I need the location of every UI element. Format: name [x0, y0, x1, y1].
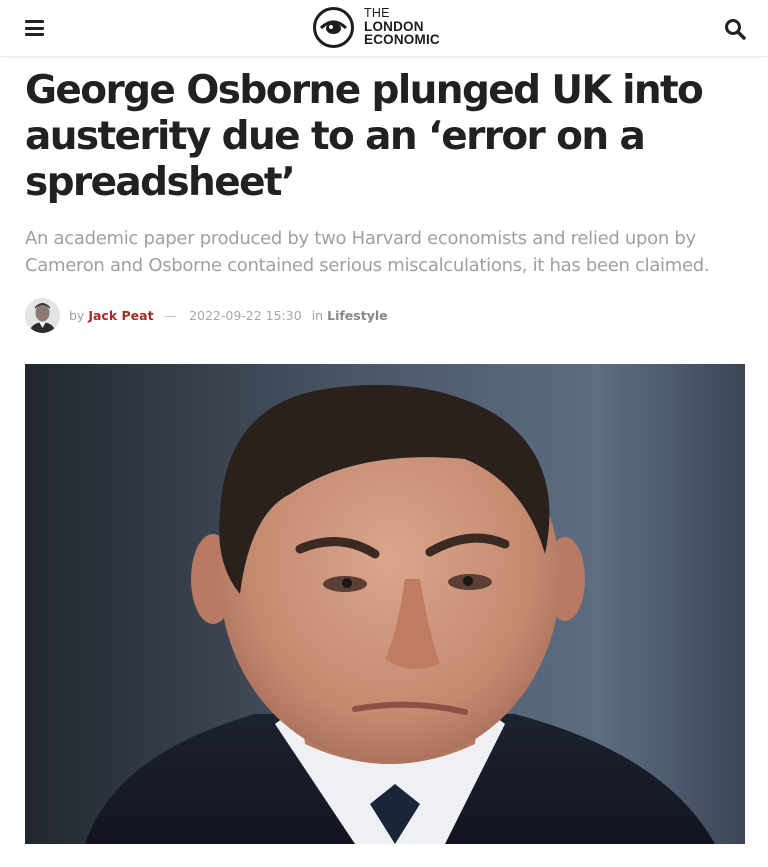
category-link[interactable]: Lifestyle — [327, 308, 388, 323]
meta-separator: — — [163, 308, 177, 323]
article-meta: by Jack Peat — 2022-09-22 15:30 in Lifestyle — [25, 298, 745, 334]
logo-line-3: ECONOMIC — [364, 32, 440, 47]
site-header: THE LONDON ECONOMIC — [0, 0, 768, 57]
byline: by Jack Peat — 2022-09-22 15:30 in Lifestyle — [69, 308, 388, 323]
search-icon[interactable] — [723, 17, 747, 41]
in-label: in — [311, 308, 324, 323]
publish-date: 2022-09-22 15:30 — [189, 308, 302, 323]
eye-icon — [313, 7, 354, 48]
article-headline: George Osborne plunged UK into austerity… — [25, 68, 704, 205]
hamburger-menu-icon[interactable] — [25, 20, 44, 36]
article-subtitle: An academic paper produced by two Harvar… — [25, 228, 710, 276]
hero-image — [25, 364, 745, 844]
site-logo[interactable]: THE LONDON ECONOMIC — [313, 6, 458, 50]
author-link[interactable]: Jack Peat — [88, 308, 153, 323]
author-avatar[interactable] — [25, 298, 60, 333]
by-label: by — [69, 308, 85, 323]
logo-wordmark: THE LONDON ECONOMIC — [364, 7, 440, 47]
